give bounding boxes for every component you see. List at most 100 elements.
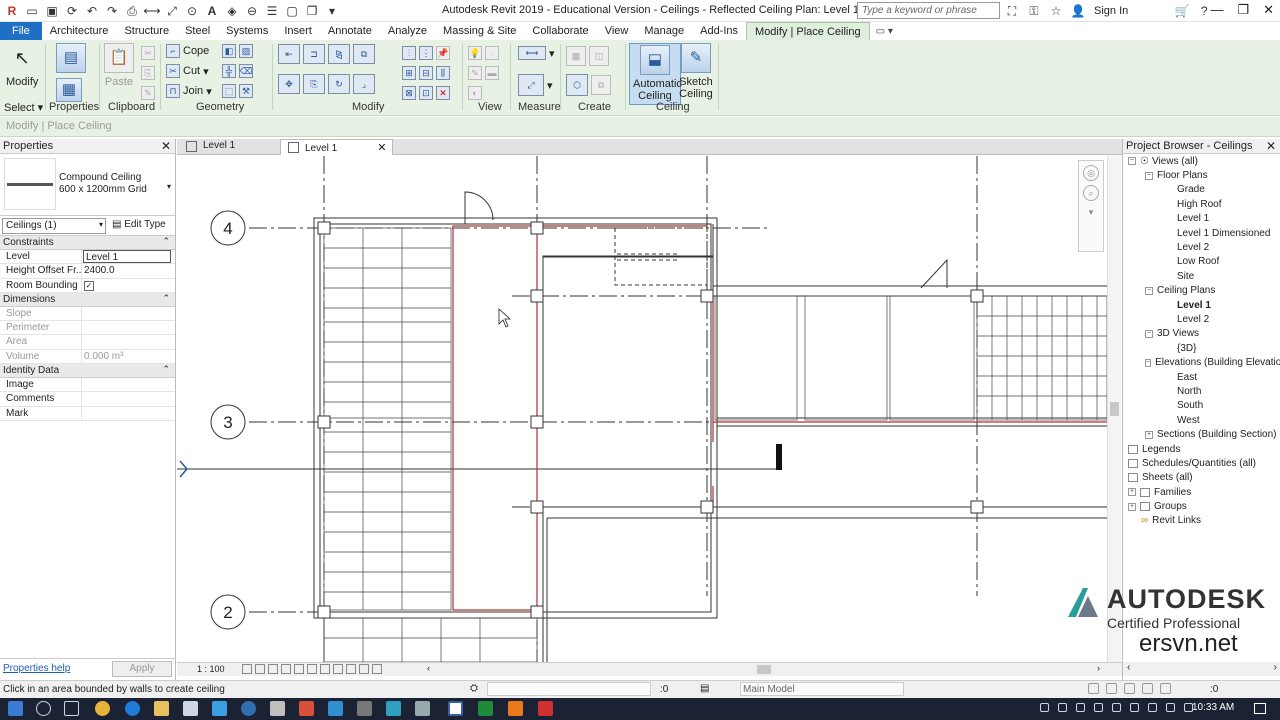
room-bounding-checkbox[interactable]: ✓ [84,280,94,291]
section-icon[interactable]: ⊖ [244,3,260,19]
customize-qat-icon[interactable]: ▾ [324,3,340,19]
sun-path-icon[interactable] [268,664,278,674]
close-icon[interactable]: ✕ [1263,2,1274,18]
tree-leaf-level-2[interactable]: Level 2 [1123,240,1280,254]
tab-annotate[interactable]: Annotate [320,22,380,40]
media-icon[interactable] [241,701,256,716]
tree-leaf-west[interactable]: West [1123,413,1280,427]
cut-clipboard-button[interactable]: ✂ [141,46,155,60]
apply-button[interactable]: Apply [112,661,172,677]
tree-leaf-south[interactable]: South [1123,399,1280,413]
copy-clipboard-button[interactable]: ⎘ [141,66,155,80]
properties-help-link[interactable]: Properties help [3,663,70,674]
height-offset-field[interactable]: 2400.0 [82,264,175,277]
thin-lines-icon[interactable]: ☰ [264,3,280,19]
tree-leaf-low-roof[interactable]: Low Roof [1123,255,1280,269]
modify-tools-row-2[interactable]: ✥ ⎘ ↻ ⌟ [278,74,375,94]
tab-view[interactable]: View [597,22,637,40]
show-crop-icon[interactable] [307,664,317,674]
design-options-icon[interactable]: ▤ [700,683,709,694]
filter-count[interactable]: :0 [1210,684,1218,695]
lock-view-icon[interactable] [346,664,356,674]
app-icon[interactable] [538,701,553,716]
mark-field[interactable] [82,407,175,420]
select-underlay-icon[interactable] [1106,683,1117,694]
visual-style-icon[interactable] [255,664,265,674]
navbar-options-icon[interactable]: ▾ [1083,205,1099,221]
tree-node-floor-plans[interactable]: − Floor Plans [1123,168,1280,182]
store-icon[interactable] [212,701,227,716]
chrome-icon[interactable] [95,701,110,716]
view-tab-floor-plan[interactable]: Level 1 [179,139,241,155]
reflected-ceiling-plan-drawing[interactable] [177,156,1107,662]
app-store-icon[interactable]: 🛒 [1174,3,1190,19]
network-icon[interactable] [1130,703,1139,712]
ribbon-minimize-icon[interactable]: ▭ ▾ [870,26,899,37]
scroll-thumb[interactable] [1110,402,1119,416]
excel-icon[interactable] [478,701,493,716]
group-dimensions[interactable]: Dimensions ⌃ [0,292,175,307]
properties-button[interactable]: ▤ [56,43,86,76]
app-icon[interactable] [328,701,343,716]
tab-steel[interactable]: Steel [177,22,218,40]
drawing-canvas[interactable]: 4 3 2 [177,156,1107,662]
dimension-icon[interactable]: ⤢ [164,3,180,19]
tree-leaf-grade[interactable]: Grade [1123,183,1280,197]
drag-elements-icon[interactable] [1160,683,1171,694]
open-icon[interactable]: ▭ [24,3,40,19]
app-icon[interactable] [357,701,372,716]
save-icon[interactable]: ▣ [44,3,60,19]
app-icon[interactable] [386,701,401,716]
dropbox-icon[interactable] [1112,703,1121,712]
tree-leaf-level-1[interactable]: Level 1 [1123,212,1280,226]
tree-leaf-north[interactable]: North [1123,384,1280,398]
tab-insert[interactable]: Insert [276,22,320,40]
tab-collaborate[interactable]: Collaborate [524,22,596,40]
automatic-ceiling-button[interactable]: ⬓ Automatic Ceiling [629,43,682,105]
horizontal-scroll-thumb[interactable] [757,665,771,674]
close-icon[interactable]: ✕ [1266,139,1276,153]
shadows-icon[interactable] [281,664,291,674]
workset-select[interactable] [487,682,651,696]
taskbar-clock[interactable]: 10:33 AM [1192,702,1234,713]
highlight-displacement-icon[interactable] [372,664,382,674]
battery-icon[interactable] [1166,703,1175,712]
revit-taskbar-icon[interactable] [448,701,463,716]
switch-windows-icon[interactable]: ❐ [304,3,320,19]
app-icon[interactable] [299,701,314,716]
cloud-icon[interactable] [1094,703,1103,712]
view-tools-1[interactable]: 💡 ◌ [468,46,499,60]
group-identity-data[interactable]: Identity Data ⌃ [0,364,175,379]
task-view-icon[interactable] [64,701,79,716]
sketch-ceiling-button[interactable]: ✎ Sketch Ceiling [678,43,714,100]
cope-button[interactable]: ⌐ Cope [166,44,209,58]
tree-leaf-ceiling-level-1[interactable]: Level 1 [1123,298,1280,312]
level-field[interactable]: Level 1 [83,250,171,264]
volume-icon[interactable] [1148,703,1157,712]
app-icon[interactable] [508,701,523,716]
minimize-icon[interactable]: — [1210,2,1223,18]
tree-leaf-high-roof[interactable]: High Roof [1123,197,1280,211]
restore-icon[interactable]: ❐ [1237,2,1249,18]
user-icon[interactable]: 👤 [1070,3,1086,19]
scroll-right-icon[interactable]: › [1097,663,1100,673]
steering-wheel-icon[interactable]: ◎ [1083,165,1099,181]
tree-leaf-level-1-dimensioned[interactable]: Level 1 Dimensioned [1123,226,1280,240]
tree-node-elevations[interactable]: − Elevations (Building Elevation) [1123,355,1280,369]
detail-level-icon[interactable] [242,664,252,674]
temporary-hide-icon[interactable] [320,664,330,674]
text-icon[interactable]: A [204,3,220,19]
favorites-star-icon[interactable]: ☆ [1048,3,1064,19]
create-tools-1[interactable]: ▦ ◫ [566,46,609,66]
zoom-icon[interactable]: ⌕ [1083,185,1099,201]
instance-filter-select[interactable]: Ceilings (1) ▾ [2,218,106,234]
scroll-left-icon[interactable]: ‹ [427,663,430,673]
tree-leaf-ceiling-level-2[interactable]: Level 2 [1123,312,1280,326]
tree-node-3d-views[interactable]: −3D Views [1123,327,1280,341]
view-tools-2[interactable]: ✎ ▬ [468,66,499,80]
worksets-icon[interactable]: ⛭ [470,683,478,694]
modify-tools-row-1[interactable]: ⇤ ⊐ ⧎ ⧉ [278,44,375,64]
sync-icon[interactable]: ⟳ [64,3,80,19]
create-tools-2[interactable]: ⬡ ⧉ [566,74,611,96]
revit-app-icon[interactable]: R [4,3,20,19]
